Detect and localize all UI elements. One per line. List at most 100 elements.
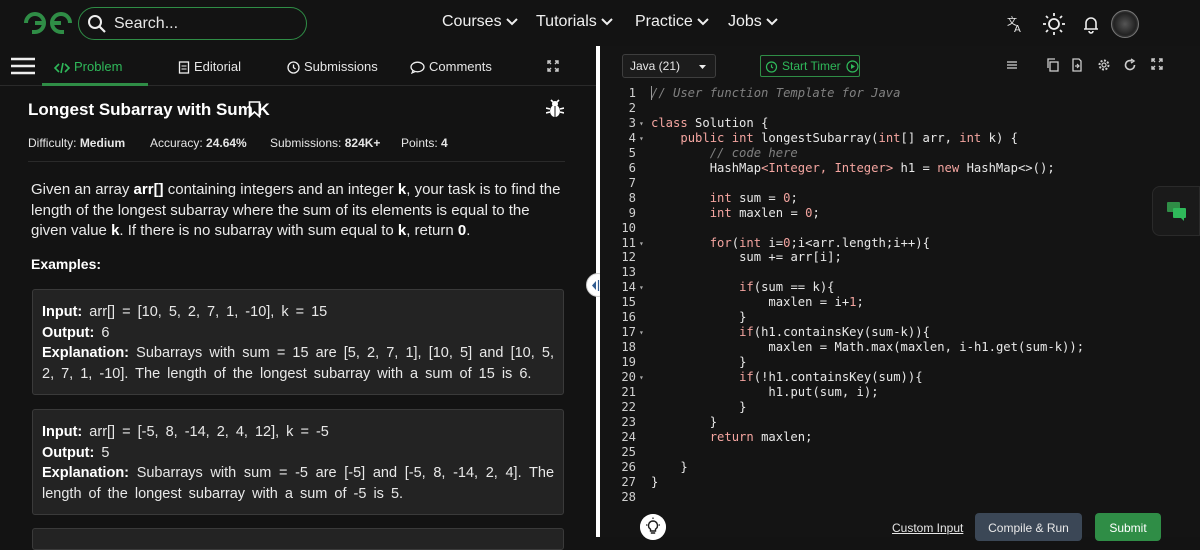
- theme-toggle-icon[interactable]: [1040, 10, 1068, 38]
- code-line[interactable]: h1.put(sum, i);: [651, 385, 878, 399]
- code-line[interactable]: maxlen = i+1;: [651, 295, 863, 310]
- line-number: 2: [628, 100, 636, 115]
- line-number: 23: [621, 414, 636, 429]
- tab-editorial[interactable]: Editorial: [178, 59, 241, 74]
- reset-icon[interactable]: [1123, 58, 1137, 72]
- fold-arrow-icon[interactable]: ▾: [639, 239, 644, 248]
- explanation-label: Explanation:: [42, 465, 130, 481]
- language-select[interactable]: Java (21): [622, 54, 716, 78]
- code-token: 0: [805, 205, 813, 220]
- difficulty-meta: Difficulty: Medium: [28, 136, 125, 150]
- code-line[interactable]: maxlen = Math.max(maxlen, i-h1.get(sum-k…: [651, 340, 1084, 354]
- code-line[interactable]: }: [651, 460, 687, 474]
- meta-label: Difficulty:: [28, 136, 77, 150]
- code-icon: [53, 62, 71, 74]
- download-icon[interactable]: [1070, 58, 1084, 72]
- code-line[interactable]: return maxlen;: [651, 429, 813, 444]
- nav-courses[interactable]: Courses: [442, 13, 518, 31]
- code-line[interactable]: // code here: [651, 146, 798, 160]
- fold-arrow-icon[interactable]: ▾: [639, 119, 644, 128]
- line-number: 13: [621, 265, 636, 280]
- code-line[interactable]: if(sum == k){: [651, 280, 834, 294]
- code-line[interactable]: int maxlen = 0;: [651, 206, 820, 220]
- bug-report-icon[interactable]: [546, 99, 564, 119]
- code-line[interactable]: }: [651, 400, 746, 414]
- tab-comments[interactable]: Comments: [410, 59, 492, 75]
- code-line[interactable]: }: [651, 310, 746, 324]
- fold-arrow-icon[interactable]: ▾: [639, 283, 644, 292]
- code-token: if: [739, 325, 754, 340]
- code-line[interactable]: for(int i=0;i<arr.length;i++){: [651, 236, 930, 250]
- chat-button[interactable]: [1152, 186, 1200, 236]
- code-token: int: [959, 130, 982, 145]
- code-line[interactable]: }: [651, 355, 746, 369]
- document-icon: [178, 61, 190, 74]
- code-line[interactable]: }: [651, 415, 717, 429]
- code-line[interactable]: sum += arr[i];: [651, 250, 842, 264]
- nav-tutorials[interactable]: Tutorials: [536, 13, 613, 31]
- code-token: new: [937, 160, 960, 175]
- problem-description: Given an array arr[] containing integers…: [31, 180, 561, 242]
- editor-footer: Custom Input Compile & Run Submit: [600, 509, 1200, 541]
- points-meta: Points: 4: [401, 136, 448, 150]
- expand-icon[interactable]: [547, 60, 559, 72]
- explanation-label: Explanation:: [42, 345, 130, 361]
- code-token: return: [709, 429, 754, 444]
- code-token: int: [731, 130, 754, 145]
- clock-icon: [287, 61, 300, 74]
- line-number: 1: [628, 86, 636, 100]
- code-editor[interactable]: 1 // User function Template for Java 2 3 ▾ cl…: [600, 84, 1200, 509]
- code-line[interactable]: if(h1.containsKey(sum-k)){: [651, 325, 930, 339]
- chat-icon: [1167, 202, 1186, 221]
- submissions-meta: Submissions: 824K+: [270, 136, 380, 150]
- line-number: 14: [621, 280, 636, 295]
- fold-arrow-icon[interactable]: ▾: [639, 373, 644, 382]
- format-icon[interactable]: [1005, 58, 1019, 72]
- tab-submissions[interactable]: Submissions: [287, 59, 378, 74]
- text-cursor: [651, 86, 652, 100]
- code-line[interactable]: // User function Template for Java: [651, 86, 900, 100]
- code-token: 0: [783, 235, 791, 250]
- code-line[interactable]: public int longestSubarray(int[] arr, in…: [651, 131, 1018, 145]
- code-token: if: [739, 370, 754, 385]
- translate-icon[interactable]: 文A: [1001, 10, 1029, 38]
- tab-label: Problem: [74, 59, 123, 74]
- hint-bulb-icon[interactable]: [640, 514, 666, 540]
- tab-problem[interactable]: Problem: [53, 59, 123, 74]
- code-line[interactable]: int sum = 0;: [651, 191, 798, 205]
- code-token: <Integer, Integer>: [761, 160, 894, 175]
- timer-label: Start Timer: [782, 59, 841, 73]
- code-line[interactable]: if(!h1.containsKey(sum)){: [651, 370, 923, 384]
- desc-text: , return: [406, 222, 458, 239]
- search-placeholder: Search...: [114, 15, 179, 32]
- start-timer-button[interactable]: Start Timer: [760, 55, 860, 77]
- fold-arrow-icon[interactable]: ▾: [639, 134, 644, 143]
- menu-icon[interactable]: [11, 56, 35, 76]
- desc-code: arr[]: [133, 181, 164, 198]
- code-line[interactable]: }: [651, 475, 658, 489]
- chevron-down-icon: [505, 18, 518, 26]
- output-value: 6: [101, 324, 110, 341]
- code-comment: // code here: [651, 145, 798, 160]
- input-value: arr[] = [-5, 8, -14, 2, 4, 12], k = -5: [89, 424, 329, 440]
- fold-arrow-icon[interactable]: ▾: [639, 328, 644, 337]
- nav-jobs[interactable]: Jobs: [728, 13, 778, 31]
- avatar[interactable]: [1111, 10, 1139, 38]
- example-box-2: Input: arr[] = [-5, 8, -14, 2, 4, 12], k…: [32, 409, 564, 515]
- nav-practice[interactable]: Practice: [635, 13, 709, 31]
- gfg-logo[interactable]: [22, 10, 74, 36]
- fullscreen-icon[interactable]: [1151, 58, 1163, 70]
- code-line[interactable]: class Solution {: [651, 116, 768, 130]
- code-token: 1: [849, 295, 857, 310]
- code-line[interactable]: HashMap<Integer, Integer> h1 = new HashM…: [651, 161, 1055, 175]
- input-label: Input:: [42, 424, 83, 440]
- bell-icon[interactable]: [1077, 10, 1105, 38]
- search-input[interactable]: Search...: [78, 7, 307, 40]
- bookmark-icon[interactable]: [248, 101, 261, 118]
- code-token: int: [739, 235, 762, 250]
- custom-input-link[interactable]: Custom Input: [892, 521, 963, 535]
- active-tab-indicator: [42, 83, 148, 86]
- copy-icon[interactable]: [1046, 58, 1060, 72]
- nav-label: Tutorials: [536, 13, 597, 30]
- settings-icon[interactable]: [1097, 58, 1111, 72]
